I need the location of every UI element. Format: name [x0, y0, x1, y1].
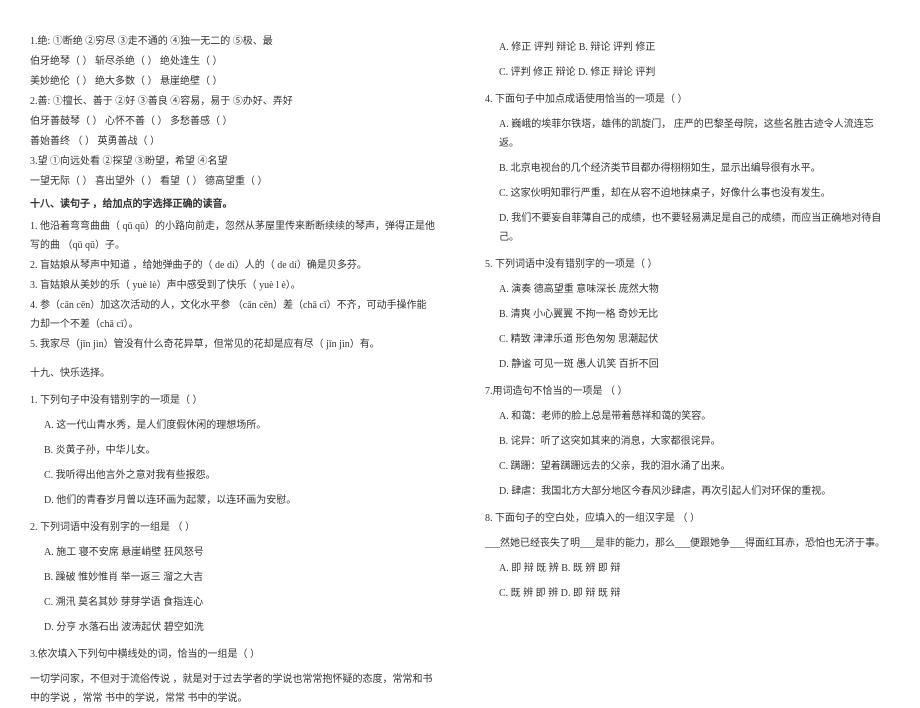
q19-2-a: A. 施工 寝不安席 悬崖峭壁 狂风怒号: [30, 543, 435, 562]
q19-3-cd: C. 评判 修正 辩论 D. 修正 辩论 评判: [485, 63, 890, 82]
q19-3-ab: A. 修正 评判 辩论 B. 辩论 评判 修正: [485, 38, 890, 57]
q19-2-d: D. 分亨 水落石出 波涛起伏 碧空如洗: [30, 618, 435, 637]
q19-1-c: C. 我听得出他言外之意对我有些报怨。: [30, 466, 435, 485]
q7-d: D. 肆虐：我国北方大部分地区今春风沙肆虐，再次引起人们对环保的重视。: [485, 482, 890, 501]
q8-text: ___然她已经丧失了明___是非的能力，那么___便跟她争___得面红耳赤，恐怕…: [485, 534, 890, 553]
q1-line2: 美妙绝伦（ ） 绝大多数（ ） 悬崖绝壁（ ）: [30, 72, 435, 91]
q19-title: 十九、快乐选择。: [30, 364, 435, 383]
q18-l2: 2. 盲姑娘从琴声中知道 ，给她弹曲子的（ de dí）人的（ de dí）确是…: [30, 256, 435, 275]
q19-2-b: B. 躁破 惟妙惟肖 举一返三 溜之大吉: [30, 568, 435, 587]
q19-1-a: A. 这一代山青水秀，是人们度假休闲的理想场所。: [30, 416, 435, 435]
q5: 5. 下列词语中没有错别字的一项是（ ）: [485, 255, 890, 274]
q8-ab: A. 即 辩 既 辨 B. 既 辨 即 辩: [485, 559, 890, 578]
q19-2: 2. 下列词语中没有别字的一组是 （ ）: [30, 518, 435, 537]
q19-1: 1. 下列句子中没有错别字的一项是（ ）: [30, 391, 435, 410]
q3-line1: 一望无际（ ） 喜出望外（ ） 看望（ ） 德高望重（ ）: [30, 172, 435, 191]
q5-c: C. 精致 津津乐道 形色匆匆 思潮起伏: [485, 330, 890, 349]
q18-title: 十八、读句子 ，给加点的字选择正确的读音。: [30, 195, 435, 214]
q4: 4. 下面句子中加点成语使用恰当的一项是（ ）: [485, 90, 890, 109]
q18-l3: 3. 盲姑娘从美妙的乐（ yuè lè）声中感受到了快乐（ yuè l è）。: [30, 276, 435, 295]
right-column: A. 修正 评判 辩论 B. 辩论 评判 修正 C. 评判 修正 辩论 D. 修…: [460, 32, 890, 630]
q5-b: B. 清爽 小心翼翼 不拘一格 奇妙无比: [485, 305, 890, 324]
q1-header: 1.绝: ①断绝 ②穷尽 ③走不通的 ④独一无二的 ⑤极、最: [30, 32, 435, 51]
q18-l5: 5. 我家尽（jǐn jìn）管没有什么奇花异草，但常见的花却是应有尽（ jǐn…: [30, 335, 435, 354]
q7-c: C. 蹒跚：望着蹒跚远去的父亲，我的泪水涌了出来。: [485, 457, 890, 476]
q18-l4: 4. 参（cān cēn）加这次活动的人，文化水平参 （cān cēn）差（ch…: [30, 296, 435, 334]
q4-c: C. 这家伙明知罪行严重，却在从容不迫地抹桌子，好像什么事也没有发生。: [485, 184, 890, 203]
q4-b: B. 北京电视台的几个经济类节目都办得栩栩如生，显示出编导很有水平。: [485, 159, 890, 178]
q7-b: B. 诧异：听了这突如其来的消息，大家都很诧异。: [485, 432, 890, 451]
q7-a: A. 和蔼：老师的脸上总是带着慈祥和蔼的笑容。: [485, 407, 890, 426]
q18-l1: 1. 他沿着弯弯曲曲（ qū qǔ）的小路向前走，忽然从茅屋里传来断断续续的琴声…: [30, 217, 435, 255]
q1-line1: 伯牙绝琴（ ） 斩尽杀绝（ ） 绝处逢生（ ）: [30, 52, 435, 71]
q5-d: D. 静谧 可见一斑 愚人讥笑 百折不回: [485, 355, 890, 374]
q19-3: 3.依次填入下列句中横线处的词，恰当的一组是（ ）: [30, 645, 435, 664]
q19-1-d: D. 他们的青春岁月曾以连环画为起蒙，以连环画为安慰。: [30, 491, 435, 510]
q2-line2: 善始善终 （ ） 英勇善战（ ）: [30, 132, 435, 151]
q4-d: D. 我们不要妄自菲薄自己的成绩，也不要轻易满足是自己的成绩，而应当正确地对待自…: [485, 209, 890, 247]
q5-a: A. 演奏 德高望重 意味深长 庞然大物: [485, 280, 890, 299]
q4-a: A. 巍峨的埃菲尔铁塔，雄伟的凯旋门， 庄严的巴黎圣母院，这些名胜古迹令人流连忘…: [485, 115, 890, 153]
q19-2-c: C. 溯汛 莫名其妙 芽芽学语 食指连心: [30, 593, 435, 612]
q8: 8. 下面句子的空白处，应填入的一组汉字是 （ ）: [485, 509, 890, 528]
left-column: 1.绝: ①断绝 ②穷尽 ③走不通的 ④独一无二的 ⑤极、最 伯牙绝琴（ ） 斩…: [30, 32, 460, 630]
q3-header: 3.望 ①向远处看 ②探望 ③盼望，希望 ④名望: [30, 152, 435, 171]
q8-cd: C. 既 辨 即 辨 D. 即 辩 既 辩: [485, 584, 890, 603]
q7: 7.用词造句不恰当的一项是 （ ）: [485, 382, 890, 401]
q19-3-text: 一切学问家，不但对于流俗传说 ，就是对于过去学者的学说也常常抱怀疑的态度，常常和…: [30, 670, 435, 708]
q19-1-b: B. 炎黄子孙，中华儿女。: [30, 441, 435, 460]
q2-header: 2.善: ①擅长、善于 ②好 ③善良 ④容易，易于 ⑤办好、弄好: [30, 92, 435, 111]
q2-line1: 伯牙善鼓琴（ ） 心怀不善（ ） 多愁善感（ ）: [30, 112, 435, 131]
